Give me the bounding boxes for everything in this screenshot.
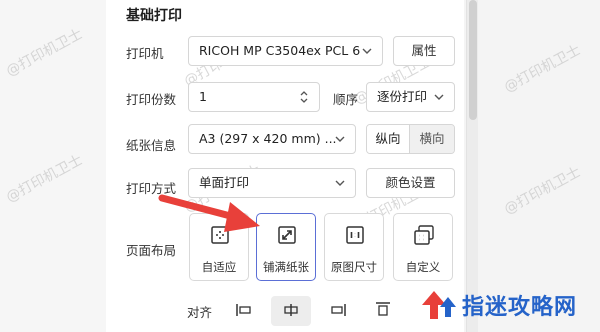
page-layout-label: 页面布局 — [126, 243, 177, 258]
orientation-portrait[interactable]: 纵向 — [367, 125, 411, 153]
expand-fill-icon — [276, 224, 298, 246]
copies-value: 1 — [199, 89, 207, 104]
align-top-button[interactable] — [363, 296, 403, 326]
order-value: 逐份打印 — [377, 89, 428, 104]
align-center-icon — [282, 302, 300, 321]
scrollbar[interactable] — [466, 0, 478, 332]
order-label: 顺序 — [333, 92, 359, 107]
paper-label: 纸张信息 — [126, 138, 177, 153]
print-mode-value: 单面打印 — [199, 175, 250, 190]
align-left-button[interactable] — [224, 296, 264, 326]
printer-label: 打印机 — [126, 46, 164, 61]
align-top-icon — [374, 301, 392, 321]
chevron-down-icon — [361, 37, 373, 65]
chevron-down-icon — [334, 169, 346, 197]
align-right-icon — [329, 302, 347, 321]
properties-button[interactable]: 属性 — [393, 36, 455, 66]
paper-size-value: A3 (297 x 420 mm) ... — [199, 131, 337, 146]
layout-option-label: 铺满纸张 — [263, 260, 309, 274]
brand-mark-icon — [422, 291, 456, 319]
scroll-thumb[interactable] — [469, 0, 477, 120]
paper-size-select[interactable]: A3 (297 x 420 mm) ... — [188, 124, 356, 154]
annotation-arrow-icon — [158, 194, 260, 232]
chevron-down-icon — [433, 83, 445, 111]
orientation-toggle[interactable]: 纵向 横向 — [366, 124, 455, 154]
layout-option-label: 自定义 — [405, 260, 441, 274]
align-left-icon — [235, 302, 253, 321]
original-size-icon — [344, 224, 366, 246]
layout-option-original[interactable]: 原图尺寸 — [324, 213, 384, 281]
brand-logo: 指迷攻略网 — [422, 288, 598, 322]
copies-stepper[interactable]: 1 — [188, 82, 320, 112]
orientation-landscape[interactable]: 横向 — [410, 125, 454, 153]
align-right-button[interactable] — [318, 296, 358, 326]
color-settings-button[interactable]: 颜色设置 — [366, 168, 455, 198]
layout-option-custom[interactable]: 自定义 — [393, 213, 453, 281]
brand-name: 指迷攻略网 — [462, 294, 578, 320]
copies-label: 打印份数 — [126, 92, 177, 107]
align-center-button[interactable] — [271, 296, 311, 326]
printer-select[interactable]: RICOH MP C3504ex PCL 6 — [188, 36, 383, 66]
order-select[interactable]: 逐份打印 — [366, 82, 455, 112]
chevron-down-icon — [334, 125, 346, 153]
printer-select-value: RICOH MP C3504ex PCL 6 — [199, 43, 361, 58]
alignment-label: 对齐 — [187, 305, 213, 320]
stepper-arrows-icon[interactable] — [298, 83, 310, 111]
layout-option-label: 自适应 — [201, 260, 237, 274]
layout-option-label: 原图尺寸 — [331, 260, 377, 274]
section-title: 基础打印 — [126, 8, 182, 24]
custom-layout-icon — [413, 224, 435, 246]
